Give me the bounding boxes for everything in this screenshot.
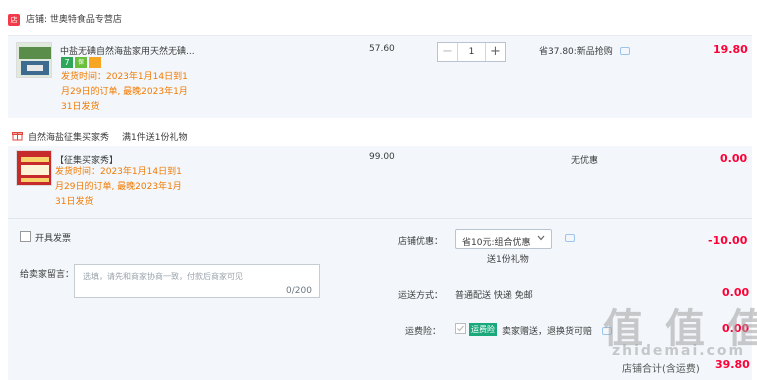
insurance-value: 卖家赠送，退换货可赔	[502, 327, 593, 337]
shop-discount-note: 送1份礼物	[487, 255, 529, 265]
insurance-checkbox[interactable]	[455, 323, 466, 334]
delivery-label: 运送方式：	[398, 291, 444, 301]
unit-price-salt: 57.60	[369, 44, 395, 54]
promo-salt: 省37.80:新品抢购	[539, 47, 613, 57]
shop-total-label: 店铺合计(含运费)	[622, 364, 700, 375]
quantity-input[interactable]: 1	[458, 43, 485, 61]
insurance-label: 运费险：	[405, 327, 442, 337]
message-counter: 0/200	[286, 286, 312, 296]
insurance-tag: 运费险	[469, 323, 497, 336]
gift-campaign-name[interactable]: 自然海盐征集买家秀	[28, 130, 109, 143]
product-thumbnail-buyer-show[interactable]	[16, 150, 52, 186]
promo-chat-icon[interactable]	[620, 47, 630, 55]
gift-icon	[12, 130, 23, 141]
promo-buyer-show: 无优惠	[571, 156, 599, 166]
quantity-stepper[interactable]: − 1 +	[437, 42, 506, 62]
guarantee-icon: 保	[75, 57, 87, 68]
gift-campaign-rule: 满1件送1份礼物	[122, 133, 188, 143]
invoice-label[interactable]: 开具发票	[35, 231, 71, 244]
delivery-method[interactable]: 普通配送 快递 免邮	[455, 288, 533, 301]
increase-quantity-button[interactable]: +	[485, 43, 505, 61]
message-label: 给卖家留言：	[20, 270, 75, 280]
message-textarea[interactable]: 选填，请先和商家协商一致，付款后商家可见 0/200	[74, 264, 320, 298]
unit-price-buyer-show: 99.00	[369, 152, 395, 162]
invoice-checkbox[interactable]	[20, 231, 31, 242]
message-placeholder: 选填，请先和商家协商一致，付款后商家可见	[83, 272, 243, 281]
product-thumbnail-salt[interactable]	[16, 42, 52, 78]
subtotal-buyer-show: 0.00	[720, 152, 748, 165]
discount-chat-icon[interactable]	[565, 234, 575, 242]
shop-total-amount: 39.80	[715, 358, 750, 371]
subtotal-salt: 19.80	[713, 43, 748, 56]
chevron-down-icon	[536, 233, 546, 243]
seven-day-return-icon: 7	[61, 57, 73, 68]
item-title-salt[interactable]: 中盐无碘自然海盐家用天然无碘...	[60, 44, 195, 57]
shop-icon: 店	[8, 14, 20, 26]
shop-discount-amount: -10.00	[708, 234, 748, 247]
service-badges: 7 保	[61, 57, 101, 68]
card-payment-icon	[89, 57, 101, 68]
shipping-time-salt: 发货时间：2023年1月14日到1 月29日的订单, 最晚2023年1月 31日…	[61, 72, 188, 112]
shop-name[interactable]: 店铺: 世奥特食品专营店	[26, 14, 122, 26]
shop-discount-select[interactable]: 省10元:组合优惠	[455, 229, 552, 249]
watermark-url: zhidemai.com	[612, 343, 746, 359]
shipping-time-buyer-show: 发货时间：2023年1月14日到1 月29日的订单, 最晚2023年1月 31日…	[55, 167, 182, 207]
decrease-quantity-button[interactable]: −	[438, 43, 458, 61]
shop-discount-selected: 省10元:组合优惠	[462, 238, 531, 248]
shop-discount-label: 店铺优惠：	[398, 237, 444, 247]
